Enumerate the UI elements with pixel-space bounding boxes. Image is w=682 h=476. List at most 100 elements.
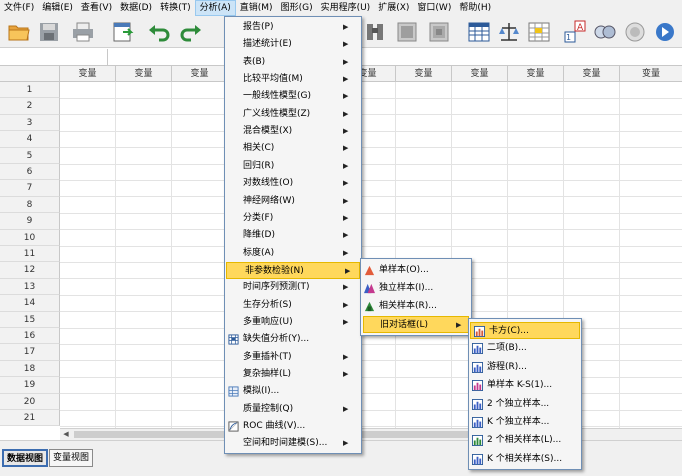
menu-item-one-sample[interactable]: 单样本(O)... — [361, 262, 471, 279]
analyze-menu-item[interactable]: 回归(R) ▶ — [225, 158, 361, 175]
analyze-menu-item[interactable]: 神经网络(W) ▶ — [225, 193, 361, 210]
column-header[interactable]: 变量 — [620, 66, 682, 82]
menu-file[interactable]: 文件(F) — [0, 0, 38, 16]
insert-variable-icon[interactable] — [426, 19, 452, 45]
tab-data-view[interactable]: 数据视图 — [2, 449, 49, 467]
print-icon[interactable] — [70, 19, 96, 45]
analyze-menu-item[interactable]: 报告(P) ▶ — [225, 19, 361, 36]
column-header[interactable]: 变量 — [452, 66, 508, 82]
row-header[interactable]: 6 — [0, 164, 60, 181]
menu-transform[interactable]: 转换(T) — [156, 0, 195, 16]
menu-analyze[interactable]: 分析(A) — [194, 0, 236, 16]
row-header[interactable]: 2 — [0, 98, 60, 115]
value-labels-icon[interactable]: A1 — [562, 19, 588, 45]
scroll-left-icon[interactable]: ◀ — [60, 429, 72, 440]
row-header[interactable]: 17 — [0, 344, 60, 361]
find-icon[interactable] — [362, 19, 388, 45]
analyze-menu-item[interactable]: 降维(D) ▶ — [225, 227, 361, 244]
menu-item-legacy-dialogs[interactable]: 旧对话框(L) ▶ — [363, 316, 469, 333]
column-header[interactable]: 变量 — [508, 66, 564, 82]
legacy-menu-item[interactable]: K 个独立样本... — [469, 414, 581, 431]
row-header[interactable]: 10 — [0, 229, 60, 246]
analyze-menu-item[interactable]: 非参数检验(N) ▶ — [226, 261, 360, 279]
menu-help[interactable]: 帮助(H) — [455, 0, 495, 16]
analyze-menu-item[interactable]: 时间序列预测(T) ▶ — [225, 279, 361, 296]
row-header[interactable]: 7 — [0, 180, 60, 197]
redo-icon[interactable] — [178, 19, 204, 45]
cell-reference-box[interactable] — [0, 49, 108, 65]
legacy-menu-item[interactable]: 游程(R)... — [469, 359, 581, 376]
horizontal-scrollbar[interactable]: ◀ — [60, 428, 682, 440]
analyze-menu-item[interactable]: 广义线性模型(Z) ▶ — [225, 106, 361, 123]
analyze-menu-item[interactable]: 空间和时间建模(S)... ▶ — [225, 435, 361, 452]
row-header[interactable]: 15 — [0, 311, 60, 328]
menu-direct-marketing[interactable]: 直销(M) — [236, 0, 277, 16]
row-header[interactable]: 19 — [0, 377, 60, 394]
analyze-menu-item[interactable]: 一般线性模型(G) ▶ — [225, 88, 361, 105]
row-header[interactable]: 20 — [0, 393, 60, 410]
column-header[interactable]: 变量 — [60, 66, 116, 82]
legacy-menu-item[interactable]: 二项(B)... — [469, 340, 581, 357]
legacy-menu-item[interactable]: 2 个独立样本... — [469, 396, 581, 413]
menu-extensions[interactable]: 扩展(X) — [374, 0, 413, 16]
analyze-menu-item[interactable]: 比较平均值(M) ▶ — [225, 71, 361, 88]
menu-edit[interactable]: 编辑(E) — [38, 0, 77, 16]
menu-graphs[interactable]: 图形(G) — [277, 0, 317, 16]
menu-item-related-samples[interactable]: 相关样本(R)... — [361, 298, 471, 315]
row-header[interactable]: 16 — [0, 328, 60, 345]
analyze-menu-item[interactable]: 标度(A) ▶ — [225, 245, 361, 262]
menu-utilities[interactable]: 实用程序(U) — [317, 0, 375, 16]
analyze-menu-item[interactable]: 多重响应(U) ▶ — [225, 314, 361, 331]
row-header[interactable]: 13 — [0, 278, 60, 296]
analyze-menu-item[interactable]: 质量控制(Q) ▶ — [225, 401, 361, 418]
tab-variable-view[interactable]: 变量视图 — [49, 449, 94, 467]
save-icon[interactable] — [36, 19, 62, 45]
analyze-menu-item[interactable]: 多重插补(T) ▶ — [225, 349, 361, 366]
insert-cases-icon[interactable] — [394, 19, 420, 45]
analyze-menu-item[interactable]: 相关(C) ▶ — [225, 140, 361, 157]
menu-data[interactable]: 数据(D) — [116, 0, 156, 16]
undo-icon[interactable] — [146, 19, 172, 45]
legacy-menu-item[interactable]: 卡方(C)... — [470, 322, 580, 339]
row-header[interactable]: 5 — [0, 147, 60, 164]
split-file-icon[interactable] — [466, 19, 492, 45]
analyze-menu-item[interactable]: ROC 曲线(V)... — [225, 418, 361, 435]
open-folder-icon[interactable] — [6, 19, 32, 45]
analyze-menu-item[interactable]: 描述统计(E) ▶ — [225, 36, 361, 53]
row-header[interactable]: 1 — [0, 82, 60, 99]
analyze-menu-item[interactable]: 复杂抽样(L) ▶ — [225, 366, 361, 383]
column-header[interactable]: 变量 — [396, 66, 452, 82]
legacy-menu-item[interactable]: 单样本 K-S(1)... — [469, 377, 581, 394]
column-header[interactable]: 变量 — [172, 66, 228, 82]
column-header[interactable]: 变量 — [116, 66, 172, 82]
row-header[interactable]: 3 — [0, 114, 60, 132]
analyze-menu-item[interactable]: 表(B) ▶ — [225, 54, 361, 71]
select-cases-icon[interactable] — [526, 19, 552, 45]
row-header[interactable]: 18 — [0, 360, 60, 378]
analyze-menu-item[interactable]: 分类(F) ▶ — [225, 210, 361, 227]
legacy-menu-item[interactable]: K 个相关样本(S)... — [469, 451, 581, 468]
column-header[interactable]: 变量 — [564, 66, 620, 82]
weight-cases-icon[interactable] — [496, 19, 522, 45]
analyze-menu-item[interactable]: 模拟(I)... — [225, 383, 361, 400]
menu-item-independent-samples[interactable]: 独立样本(I)... — [361, 280, 471, 297]
legacy-menu-item[interactable]: 2 个相关样本(L)... — [469, 432, 581, 449]
menu-view[interactable]: 查看(V) — [77, 0, 116, 16]
spelling-icon[interactable] — [622, 19, 648, 45]
row-header[interactable]: 11 — [0, 246, 60, 263]
row-header[interactable]: 4 — [0, 131, 60, 148]
analyze-menu-item[interactable]: 生存分析(S) ▶ — [225, 297, 361, 314]
row-header[interactable]: 21 — [0, 410, 60, 427]
use-sets-icon[interactable] — [592, 19, 618, 45]
analyze-menu-item[interactable]: 混合模型(X) ▶ — [225, 123, 361, 140]
analyze-menu-item[interactable]: 对数线性(O) ▶ — [225, 175, 361, 192]
menu-window[interactable]: 窗口(W) — [413, 0, 455, 16]
corner-cell[interactable] — [0, 66, 60, 82]
go-icon[interactable] — [652, 19, 678, 45]
recall-dialog-icon[interactable] — [110, 19, 136, 45]
row-header[interactable]: 8 — [0, 196, 60, 214]
analyze-menu-item[interactable]: 缺失值分析(Y)... — [225, 331, 361, 348]
row-header[interactable]: 9 — [0, 213, 60, 230]
row-header[interactable]: 14 — [0, 295, 60, 312]
row-header[interactable]: 12 — [0, 262, 60, 279]
